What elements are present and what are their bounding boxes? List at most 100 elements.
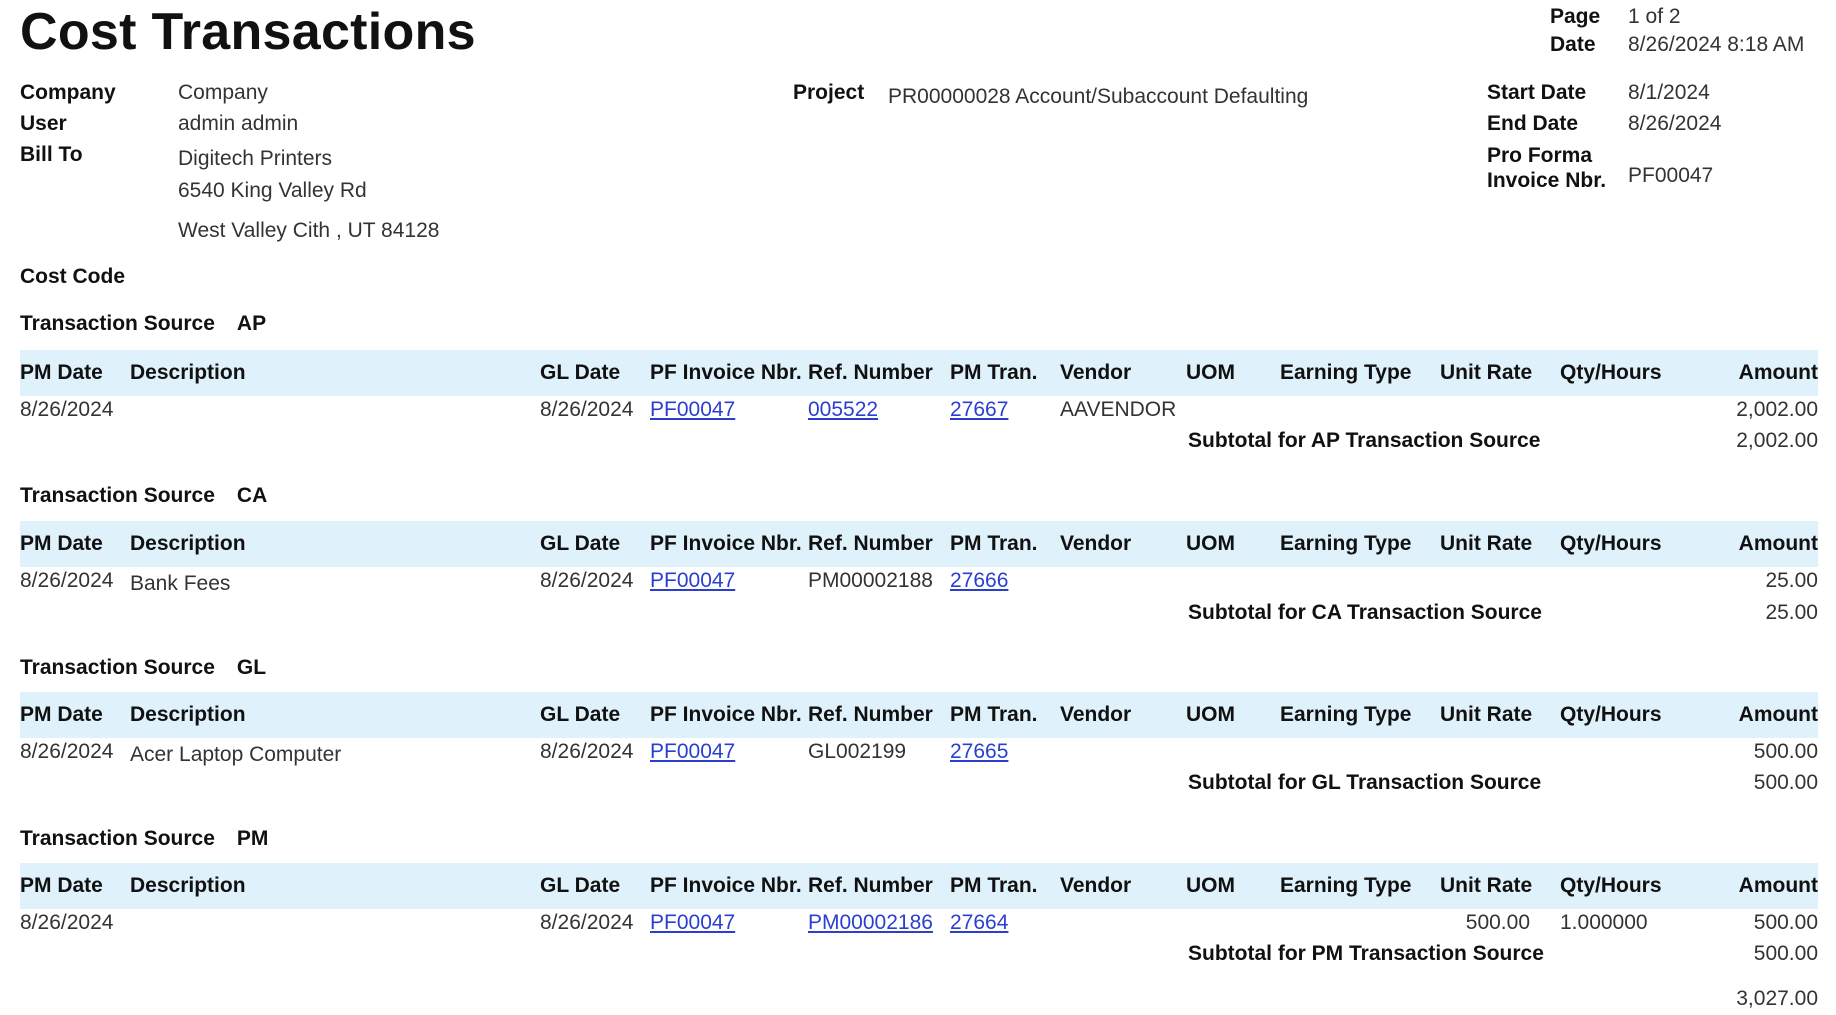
col-qty-hours: Qty/Hours: [1560, 532, 1662, 555]
col-amount: Amount: [1738, 361, 1818, 384]
col-pm-tran: PM Tran.: [950, 703, 1038, 726]
col-description: Description: [130, 532, 246, 555]
col-pm-date: PM Date: [20, 361, 103, 384]
start-date-value: 8/1/2024: [1628, 81, 1710, 104]
cell-vendor: AAVENDOR: [1060, 398, 1177, 421]
pf-invoice-link[interactable]: PF00047: [650, 740, 735, 764]
col-description: Description: [130, 874, 246, 897]
date-value: 8/26/2024 8:18 AM: [1628, 33, 1805, 56]
cell-ref-number: PM00002188: [808, 569, 933, 592]
transaction-source-label: Transaction Source: [20, 312, 215, 335]
transaction-source-code: GL: [236, 656, 267, 679]
pf-invoice-link[interactable]: PF00047: [650, 569, 735, 593]
table-header-gl: PM Date Description GL Date PF Invoice N…: [20, 692, 1818, 738]
bill-to-label: Bill To: [20, 143, 83, 166]
col-pf-invoice: PF Invoice Nbr.: [650, 532, 802, 555]
end-date-label: End Date: [1487, 112, 1579, 135]
col-ref-number: Ref. Number: [808, 361, 933, 384]
pm-tran-link[interactable]: 27667: [950, 398, 1008, 422]
cost-code-label: Cost Code: [20, 265, 125, 288]
col-pf-invoice: PF Invoice Nbr.: [650, 361, 802, 384]
page-value: 1 of 2: [1628, 5, 1681, 28]
subtotal-label-ap: Subtotal for AP Transaction Source: [1188, 429, 1541, 452]
col-uom: UOM: [1186, 874, 1235, 897]
pm-tran-link[interactable]: 27664: [950, 911, 1008, 935]
col-gl-date: GL Date: [540, 703, 621, 726]
pm-tran-link[interactable]: 27666: [950, 569, 1008, 593]
ref-number-link[interactable]: 005522: [808, 398, 878, 422]
cell-qty-hours: 1.000000: [1560, 911, 1648, 934]
col-qty-hours: Qty/Hours: [1560, 874, 1662, 897]
col-qty-hours: Qty/Hours: [1560, 361, 1662, 384]
col-earning-type: Earning Type: [1280, 874, 1412, 897]
col-gl-date: GL Date: [540, 361, 621, 384]
col-earning-type: Earning Type: [1280, 532, 1412, 555]
subtotal-label-pm: Subtotal for PM Transaction Source: [1188, 942, 1544, 965]
pro-forma-value: PF00047: [1628, 164, 1714, 187]
transaction-source-label: Transaction Source: [20, 827, 215, 850]
col-qty-hours: Qty/Hours: [1560, 703, 1662, 726]
table-row: 8/26/2024 Bank Fees 8/26/2024 PF00047 PM…: [20, 569, 1818, 599]
col-gl-date: GL Date: [540, 874, 621, 897]
col-pm-tran: PM Tran.: [950, 874, 1038, 897]
col-description: Description: [130, 703, 246, 726]
col-description: Description: [130, 361, 246, 384]
grand-total-value: 3,027.00: [1736, 987, 1818, 1010]
project-value: PR00000028 Account/Subaccount Defaulting: [888, 85, 1309, 108]
start-date-label: Start Date: [1487, 81, 1587, 104]
subtotal-value-gl: 500.00: [1753, 771, 1818, 794]
pf-invoice-link[interactable]: PF00047: [650, 911, 735, 935]
col-uom: UOM: [1186, 532, 1235, 555]
cell-description: Bank Fees: [130, 572, 231, 595]
col-earning-type: Earning Type: [1280, 703, 1412, 726]
date-label: Date: [1550, 33, 1596, 56]
pm-tran-link[interactable]: 27665: [950, 740, 1008, 764]
table-row: 8/26/2024 Acer Laptop Computer 8/26/2024…: [20, 740, 1818, 770]
cell-gl-date: 8/26/2024: [540, 740, 634, 763]
subtotal-value-ca: 25.00: [1765, 601, 1818, 624]
col-amount: Amount: [1738, 874, 1818, 897]
page-label: Page: [1550, 5, 1601, 28]
transaction-source-label: Transaction Source: [20, 656, 215, 679]
section-title-ca: Transaction Source CA: [20, 484, 267, 508]
col-unit-rate: Unit Rate: [1440, 532, 1533, 555]
pro-forma-label-line2: Invoice Nbr.: [1487, 169, 1607, 192]
transaction-source-code: PM: [236, 827, 269, 850]
subtotal-value-ap: 2,002.00: [1736, 429, 1818, 452]
subtotal-value-pm: 500.00: [1753, 942, 1818, 965]
col-gl-date: GL Date: [540, 532, 621, 555]
table-header-ca: PM Date Description GL Date PF Invoice N…: [20, 521, 1818, 567]
cell-amount: 2,002.00: [1736, 398, 1818, 421]
cell-amount: 500.00: [1753, 740, 1818, 763]
subtotal-label-gl: Subtotal for GL Transaction Source: [1188, 771, 1542, 794]
section-title-gl: Transaction Source GL: [20, 656, 266, 680]
user-label: User: [20, 112, 67, 135]
col-vendor: Vendor: [1060, 361, 1132, 384]
col-amount: Amount: [1738, 532, 1818, 555]
cell-ref-number: GL002199: [808, 740, 907, 763]
cell-amount: 500.00: [1753, 911, 1818, 934]
table-header-ap: PM Date Description GL Date PF Invoice N…: [20, 350, 1818, 396]
col-uom: UOM: [1186, 361, 1235, 384]
col-uom: UOM: [1186, 703, 1235, 726]
col-amount: Amount: [1738, 703, 1818, 726]
subtotal-label-ca: Subtotal for CA Transaction Source: [1188, 601, 1542, 624]
col-ref-number: Ref. Number: [808, 874, 933, 897]
cell-pm-date: 8/26/2024: [20, 911, 114, 934]
project-label: Project: [793, 81, 865, 104]
col-pm-date: PM Date: [20, 703, 103, 726]
cell-gl-date: 8/26/2024: [540, 911, 634, 934]
cell-pm-date: 8/26/2024: [20, 740, 114, 763]
col-ref-number: Ref. Number: [808, 532, 933, 555]
col-pf-invoice: PF Invoice Nbr.: [650, 874, 802, 897]
table-row: 8/26/2024 8/26/2024 PF00047 005522 27667…: [20, 398, 1818, 428]
col-ref-number: Ref. Number: [808, 703, 933, 726]
company-value: Company: [178, 81, 268, 104]
ref-number-link[interactable]: PM00002186: [808, 911, 933, 935]
table-row: 8/26/2024 8/26/2024 PF00047 PM00002186 2…: [20, 911, 1818, 941]
col-unit-rate: Unit Rate: [1440, 703, 1533, 726]
table-header-pm: PM Date Description GL Date PF Invoice N…: [20, 863, 1818, 909]
end-date-value: 8/26/2024: [1628, 112, 1722, 135]
pf-invoice-link[interactable]: PF00047: [650, 398, 735, 422]
col-vendor: Vendor: [1060, 532, 1132, 555]
